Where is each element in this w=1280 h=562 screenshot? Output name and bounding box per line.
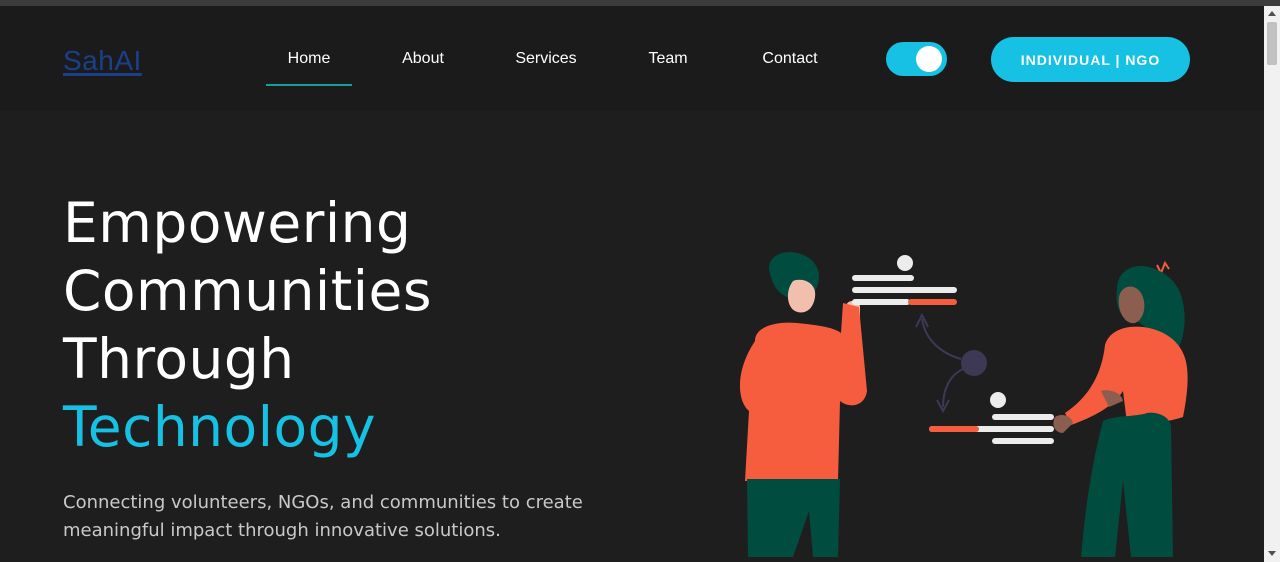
hero-title-line-3: Through xyxy=(63,327,295,391)
hero-title-line-2: Communities xyxy=(63,259,433,323)
hero-subtitle-line-1: Connecting volunteers, NGOs, and communi… xyxy=(63,492,583,513)
man-figure xyxy=(739,252,867,557)
nav-services[interactable]: Services xyxy=(503,42,589,92)
nav-team[interactable]: Team xyxy=(634,42,702,92)
theme-toggle[interactable] xyxy=(886,42,947,76)
individual-ngo-button[interactable]: INDIVIDUAL | NGO xyxy=(991,37,1190,82)
site-logo[interactable]: SahAI xyxy=(63,45,142,77)
nav-about[interactable]: About xyxy=(387,42,459,92)
scroll-thumb[interactable] xyxy=(1267,22,1277,65)
top-message-card xyxy=(852,255,957,305)
collaboration-illustration-icon xyxy=(739,252,1188,557)
exchange-arrows-icon xyxy=(915,312,987,414)
site-header: SahAI Home About Services Team Contact I… xyxy=(0,6,1264,111)
nav-home[interactable]: Home xyxy=(266,42,352,92)
hero-title-accent: Technology xyxy=(63,395,377,459)
nav-contact[interactable]: Contact xyxy=(747,42,833,92)
hero-subtitle-line-2: meaningful impact through innovative sol… xyxy=(63,520,501,541)
hero-subtitle: Connecting volunteers, NGOs, and communi… xyxy=(63,489,623,545)
scroll-up-arrow-icon[interactable] xyxy=(1268,11,1276,16)
hero-title-line-1: Empowering xyxy=(63,191,412,255)
woman-figure xyxy=(1053,260,1188,557)
bottom-message-card xyxy=(929,392,1054,444)
page-scrollbar[interactable] xyxy=(1264,6,1280,562)
toggle-knob-icon xyxy=(916,46,942,72)
hero-title: Empowering Communities Through Technolog… xyxy=(63,189,432,461)
page: SahAI Home About Services Team Contact I… xyxy=(0,6,1264,562)
scroll-down-arrow-icon[interactable] xyxy=(1268,551,1276,556)
